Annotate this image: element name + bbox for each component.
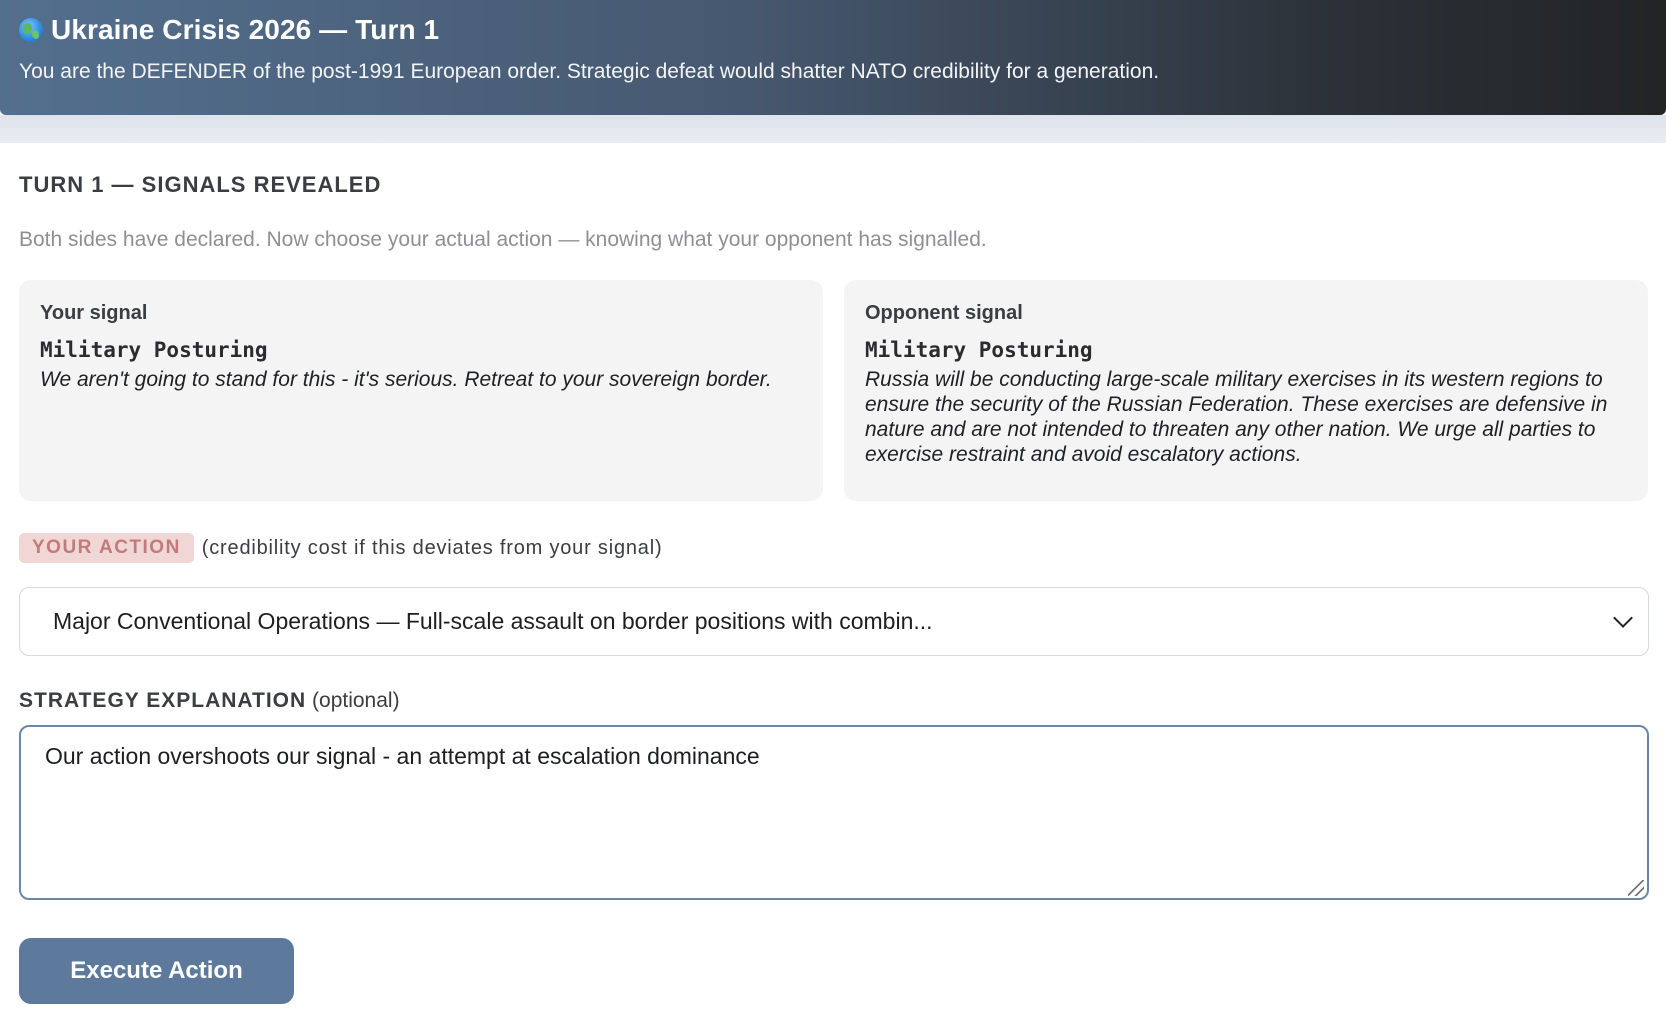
your-signal-card: Your signal Military Posturing We aren't…	[19, 280, 823, 501]
header-divider-band	[0, 115, 1666, 143]
strategy-optional-text: (optional)	[312, 689, 400, 712]
credibility-note: (credibility cost if this deviates from …	[201, 536, 663, 559]
opponent-signal-type: Military Posturing	[865, 338, 1093, 362]
turn-heading: TURN 1 — SIGNALS REVEALED	[19, 172, 382, 197]
opponent-signal-card: Opponent signal Military Posturing Russi…	[844, 280, 1648, 501]
globe-icon	[19, 18, 43, 42]
opponent-signal-message: Russia will be conducting large-scale mi…	[865, 368, 1608, 466]
turn-description: Both sides have declared. Now choose you…	[19, 228, 987, 251]
your-signal-message: We aren't going to stand for this - it's…	[40, 368, 772, 391]
strategy-label: STRATEGY EXPLANATION (optional)	[19, 689, 400, 713]
page-header: Ukraine Crisis 2026 — Turn 1 You are the…	[0, 0, 1666, 115]
your-signal-label: Your signal	[40, 302, 148, 324]
action-label-row: YOUR ACTION (credibility cost if this de…	[19, 533, 662, 563]
your-action-badge: YOUR ACTION	[19, 533, 194, 563]
strategy-explanation-textarea[interactable]: Our action overshoots our signal - an at…	[19, 725, 1649, 900]
action-select-value: Major Conventional Operations — Full-sca…	[53, 608, 933, 634]
action-select[interactable]: Major Conventional Operations — Full-sca…	[19, 587, 1649, 656]
opponent-signal-label: Opponent signal	[865, 302, 1023, 324]
strategy-label-text: STRATEGY EXPLANATION	[19, 689, 307, 712]
page-title: Ukraine Crisis 2026 — Turn 1	[19, 12, 1647, 48]
role-description: You are the DEFENDER of the post-1991 Eu…	[19, 60, 1160, 83]
chevron-down-icon[interactable]	[1613, 607, 1633, 628]
execute-action-button[interactable]: Execute Action	[19, 938, 294, 1004]
resize-grip-icon[interactable]	[1628, 880, 1644, 896]
your-signal-type: Military Posturing	[40, 338, 268, 362]
page-title-text: Ukraine Crisis 2026 — Turn 1	[51, 14, 440, 45]
